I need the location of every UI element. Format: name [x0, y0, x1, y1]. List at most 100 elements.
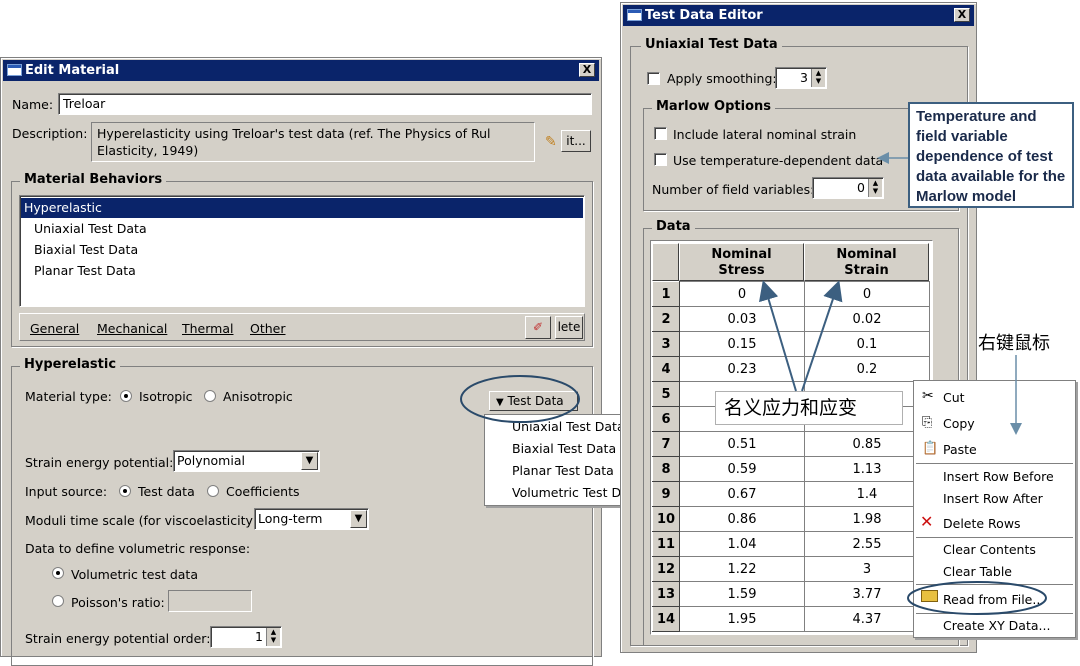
table-row[interactable]: 12 1.22 3	[652, 556, 930, 582]
list-item[interactable]: Hyperelastic	[21, 198, 583, 218]
list-item[interactable]: Uniaxial Test Data	[34, 221, 147, 236]
row-header[interactable]: 12	[652, 556, 680, 582]
poisson-radio[interactable]	[52, 595, 64, 607]
row-header[interactable]: 9	[652, 481, 680, 507]
column-header-strain[interactable]: Nominal Strain	[804, 243, 929, 281]
row-header[interactable]: 1	[652, 281, 680, 307]
description-field[interactable]: Hyperelasticity using Treloar's test dat…	[91, 122, 535, 162]
isotropic-radio[interactable]	[120, 390, 132, 402]
table-row[interactable]: 100	[652, 281, 930, 307]
table-row[interactable]: 3 0.15 0.1	[652, 331, 930, 357]
stress-cell[interactable]: 1.22	[679, 556, 805, 582]
table-row[interactable]: 8 0.59 1.13	[652, 456, 930, 482]
chevron-down-icon[interactable]: ▼	[301, 452, 318, 470]
order-field[interactable]: 1 ▲ ▼	[210, 626, 282, 648]
menu-item-copy[interactable]: Copy	[914, 416, 1075, 431]
coefficients-radio[interactable]	[207, 485, 219, 497]
row-header[interactable]: 3	[652, 331, 680, 357]
row-header[interactable]: 10	[652, 506, 680, 532]
spinner[interactable]: ▲ ▼	[811, 69, 825, 87]
spinner[interactable]: ▲ ▼	[266, 628, 280, 646]
stress-cell[interactable]: 0.51	[679, 431, 805, 457]
num-field-input[interactable]: 0 ▲ ▼	[812, 177, 884, 199]
test-data-button[interactable]: ▼ Test Data	[489, 391, 578, 411]
row-header[interactable]: 6	[652, 406, 680, 432]
stress-cell[interactable]: 0.67	[679, 481, 805, 507]
menu-item-cut[interactable]: Cut	[914, 390, 1075, 405]
strain-cell[interactable]: 0.2	[804, 356, 930, 382]
stress-cell[interactable]: 1.04	[679, 531, 805, 557]
menu-item-create-xy[interactable]: Create XY Data...	[914, 618, 1075, 633]
table-row[interactable]: 13 1.59 3.77	[652, 581, 930, 607]
poisson-field[interactable]	[168, 590, 252, 612]
anisotropic-radio[interactable]	[204, 390, 216, 402]
row-header[interactable]: 5	[652, 381, 680, 407]
strain-cell[interactable]: 4.37	[804, 606, 930, 632]
menu-item-delete-rows[interactable]: Delete Rows	[914, 516, 1075, 531]
menu-item-insert-after[interactable]: Insert Row After	[914, 491, 1075, 506]
strain-energy-select[interactable]: Polynomial ▼	[173, 450, 320, 472]
menu-item-paste[interactable]: Paste	[914, 442, 1075, 457]
table-row[interactable]: 11 1.04 2.55	[652, 531, 930, 557]
menu-item-read-from-file[interactable]: Read from File...	[914, 592, 1075, 607]
stress-cell[interactable]: 0	[679, 281, 805, 307]
stress-cell[interactable]: 1.59	[679, 581, 805, 607]
row-header[interactable]: 8	[652, 456, 680, 482]
test-data-radio[interactable]	[119, 485, 131, 497]
table-row[interactable]: 14 1.95 4.37	[652, 606, 930, 632]
close-button[interactable]: X	[954, 8, 970, 22]
smoothing-field[interactable]: 3 ▲ ▼	[775, 67, 827, 89]
stress-cell[interactable]: 0.23	[679, 356, 805, 382]
strain-cell[interactable]: 0.1	[804, 331, 930, 357]
strain-cell[interactable]: 0	[804, 281, 930, 307]
strain-cell[interactable]: 1.98	[804, 506, 930, 532]
test-editor-titlebar[interactable]: Test Data Editor X	[623, 5, 974, 26]
eraser-button[interactable]: ✐	[525, 316, 551, 339]
list-item[interactable]: Biaxial Test Data	[34, 242, 138, 257]
stress-cell[interactable]: 0.15	[679, 331, 805, 357]
moduli-select[interactable]: Long-term ▼	[254, 508, 369, 530]
menu-item-insert-before[interactable]: Insert Row Before	[914, 469, 1075, 484]
strain-cell[interactable]: 2.55	[804, 531, 930, 557]
use-temp-checkbox[interactable]	[654, 153, 667, 166]
include-lateral-checkbox[interactable]	[654, 127, 667, 140]
strain-cell[interactable]: 0.85	[804, 431, 930, 457]
row-header[interactable]: 11	[652, 531, 680, 557]
stress-cell[interactable]: 0.59	[679, 456, 805, 482]
stress-cell[interactable]: 0.03	[679, 306, 805, 332]
stress-cell[interactable]: 1.95	[679, 606, 805, 632]
menu-other[interactable]: Other	[250, 321, 286, 336]
strain-cell[interactable]: 1.13	[804, 456, 930, 482]
stress-cell[interactable]: 0.86	[679, 506, 805, 532]
menu-thermal[interactable]: Thermal	[182, 321, 233, 336]
row-header[interactable]: 4	[652, 356, 680, 382]
row-header[interactable]: 14	[652, 606, 680, 632]
menu-item-clear-table[interactable]: Clear Table	[914, 564, 1075, 579]
column-header-stress[interactable]: Nominal Stress	[679, 243, 804, 281]
strain-cell[interactable]: 3.77	[804, 581, 930, 607]
close-button[interactable]: X	[579, 63, 595, 77]
edit-description-button[interactable]: it...	[561, 130, 591, 152]
menu-item-clear-contents[interactable]: Clear Contents	[914, 542, 1075, 557]
menu-general[interactable]: General	[30, 321, 79, 336]
table-row[interactable]: 10 0.86 1.98	[652, 506, 930, 532]
spinner[interactable]: ▲ ▼	[868, 179, 882, 197]
delete-behavior-button[interactable]: lete	[555, 316, 583, 339]
row-header[interactable]: 2	[652, 306, 680, 332]
row-header[interactable]: 7	[652, 431, 680, 457]
apply-smoothing-checkbox[interactable]	[647, 72, 660, 85]
table-row[interactable]: 9 0.67 1.4	[652, 481, 930, 507]
strain-cell[interactable]: 3	[804, 556, 930, 582]
menu-mechanical[interactable]: Mechanical	[97, 321, 167, 336]
strain-cell[interactable]: 0.02	[804, 306, 930, 332]
list-item[interactable]: Planar Test Data	[34, 263, 136, 278]
volumetric-radio[interactable]	[52, 567, 64, 579]
table-row[interactable]: 4 0.23 0.2	[652, 356, 930, 382]
row-header[interactable]: 13	[652, 581, 680, 607]
table-row[interactable]: 2 0.03 0.02	[652, 306, 930, 332]
edit-material-titlebar[interactable]: Edit Material X	[3, 60, 599, 81]
strain-cell[interactable]: 1.4	[804, 481, 930, 507]
name-field[interactable]: Treloar	[58, 93, 592, 115]
table-row[interactable]: 7 0.51 0.85	[652, 431, 930, 457]
chevron-down-icon[interactable]: ▼	[350, 510, 367, 528]
